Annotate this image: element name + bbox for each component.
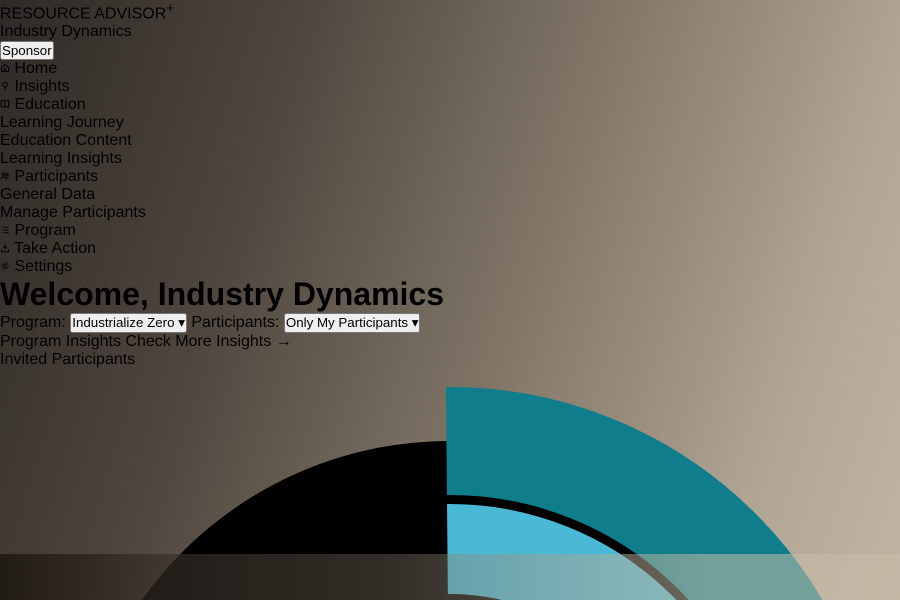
nav-label: Learning Journey xyxy=(0,114,124,131)
org-name: Industry Dynamics xyxy=(0,23,900,41)
nav-label: Learning Insights xyxy=(0,150,122,167)
list-icon xyxy=(0,222,10,239)
nav-label: Program xyxy=(14,222,75,239)
sidebar-item-home[interactable]: Home xyxy=(0,60,900,78)
sidebar-item-learning-insights[interactable]: Learning Insights xyxy=(0,150,900,168)
home-icon xyxy=(0,60,10,77)
program-select[interactable]: Industrialize Zero ▾ xyxy=(70,313,187,333)
sidebar-item-program[interactable]: Program xyxy=(0,222,900,240)
nav-label: Participants xyxy=(14,168,98,185)
card-title: Invited Participants xyxy=(0,351,900,369)
sidebar-item-manage-participants[interactable]: Manage Participants xyxy=(0,204,900,222)
book-icon xyxy=(0,96,10,113)
sidebar-item-insights[interactable]: Insights xyxy=(0,78,900,96)
logo-advisor: ADVISOR xyxy=(94,5,166,22)
nav-label: Manage Participants xyxy=(0,204,146,221)
chevron-down-icon: ▾ xyxy=(412,315,419,330)
arrow-right-icon: → xyxy=(276,333,292,350)
sidebar-item-general-data[interactable]: General Data xyxy=(0,186,900,204)
sponsor-label: Sponsor xyxy=(2,43,52,58)
program-insights-header: Program Insights Check More Insights → xyxy=(0,333,900,351)
program-filter-label: Program: xyxy=(0,314,66,331)
sidebar-item-learning-journey[interactable]: Learning Journey xyxy=(0,114,900,132)
people-icon xyxy=(0,168,10,185)
program-insights-title: Program Insights xyxy=(0,333,121,350)
participants-select[interactable]: Only My Participants ▾ xyxy=(284,313,421,333)
page-title: Welcome, Industry Dynamics xyxy=(0,276,900,313)
sidebar-item-participants[interactable]: Participants xyxy=(0,168,900,186)
nav-label: General Data xyxy=(0,186,95,203)
sidebar-nav: Home Insights Education Learning Journey… xyxy=(0,60,900,276)
nav-label: Take Action xyxy=(14,240,96,257)
download-tray-icon xyxy=(0,240,10,257)
app-logo: RESOURCE ADVISOR+ xyxy=(0,0,900,23)
monitor-bezel: RESOURCE ADVISOR+ Industry Dynamics Spon… xyxy=(0,0,900,600)
nav-label: Home xyxy=(14,60,57,77)
lightbulb-icon xyxy=(0,78,10,95)
sidebar-item-take-action[interactable]: Take Action xyxy=(0,240,900,258)
sponsor-badge[interactable]: Sponsor xyxy=(0,41,54,60)
logo-plus: + xyxy=(166,0,174,15)
logo-resource: RESOURCE xyxy=(0,5,91,22)
chevron-down-icon: ▾ xyxy=(178,315,185,330)
sidebar-item-education[interactable]: Education xyxy=(0,96,900,114)
filter-bar: Program: Industrialize Zero ▾ Participan… xyxy=(0,313,900,333)
nav-label: Insights xyxy=(14,78,69,95)
dashboard-screen: RESOURCE ADVISOR+ Industry Dynamics Spon… xyxy=(0,0,900,600)
desk-surface xyxy=(0,554,900,600)
participants-filter-label: Participants: xyxy=(191,314,279,331)
check-more-insights-link[interactable]: Check More Insights → xyxy=(125,333,291,350)
gear-icon xyxy=(0,258,10,275)
sidebar-item-settings[interactable]: Settings xyxy=(0,258,900,276)
nav-label: Education xyxy=(14,96,85,113)
sidebar-item-education-content[interactable]: Education Content xyxy=(0,132,900,150)
nav-label: Education Content xyxy=(0,132,132,149)
nav-label: Settings xyxy=(14,258,72,275)
sidebar: RESOURCE ADVISOR+ Industry Dynamics Spon… xyxy=(0,0,900,276)
